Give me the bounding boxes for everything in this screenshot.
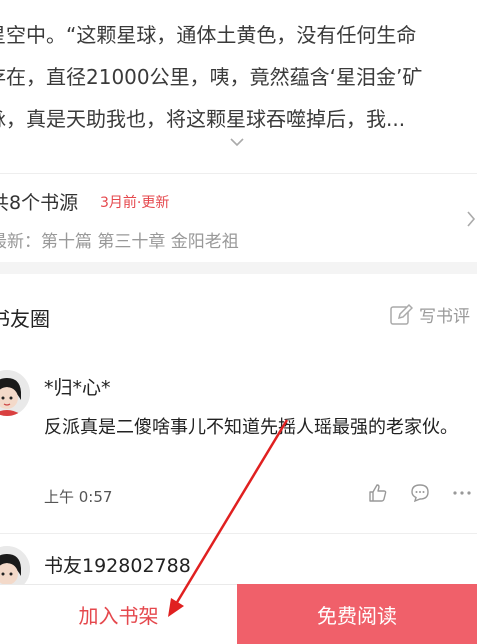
add-to-shelf-button[interactable]: 加入书架 [0, 584, 237, 644]
description-line: 星空中。“这颗星球，通体土黄色，没有任何生命 [0, 23, 417, 47]
sources-updated: 3月前·更新 [100, 195, 170, 211]
comment-username[interactable]: 书友192802788 [44, 551, 191, 578]
divider [0, 533, 477, 534]
description-line: 脉，真是天助我也，将这颗星球吞噬掉后，我... [0, 107, 406, 131]
write-review-label: 写书评 [419, 307, 470, 327]
free-read-button[interactable]: 免费阅读 [237, 584, 477, 644]
divider [0, 173, 477, 174]
thumbs-up-icon[interactable] [368, 483, 388, 503]
write-review-button[interactable]: 写书评 [389, 302, 470, 327]
latest-chapter: 最新：第十篇 第三十章 金阳老祖 [0, 232, 239, 252]
bottom-action-bar: 加入书架 免费阅读 [0, 584, 477, 644]
chevron-right-icon [467, 211, 476, 227]
chevron-down-icon[interactable] [229, 136, 245, 148]
comment-time: 上午 0:57 [44, 488, 113, 506]
description-line: 存在，直径21000公里，咦，竟然蕴含‘星泪金’矿 [0, 65, 423, 89]
comment-username[interactable]: *归*心* [44, 373, 111, 400]
avatar[interactable] [0, 370, 30, 416]
more-icon[interactable] [452, 483, 472, 503]
section-separator [0, 262, 477, 274]
comment-text: 反派真是二傻啥事儿不知道先摇人瑶最强的老家伙。 [44, 417, 458, 438]
book-description[interactable]: 星空中。“这颗星球，通体土黄色，没有任何生命 存在，直径21000公里，咦，竟然… [0, 14, 477, 140]
comment-actions [368, 483, 472, 503]
edit-icon [390, 303, 413, 325]
section-title: 书友圈 [0, 307, 50, 331]
comment-icon[interactable] [410, 483, 430, 503]
sources-count: 共8个书源 [0, 192, 79, 214]
